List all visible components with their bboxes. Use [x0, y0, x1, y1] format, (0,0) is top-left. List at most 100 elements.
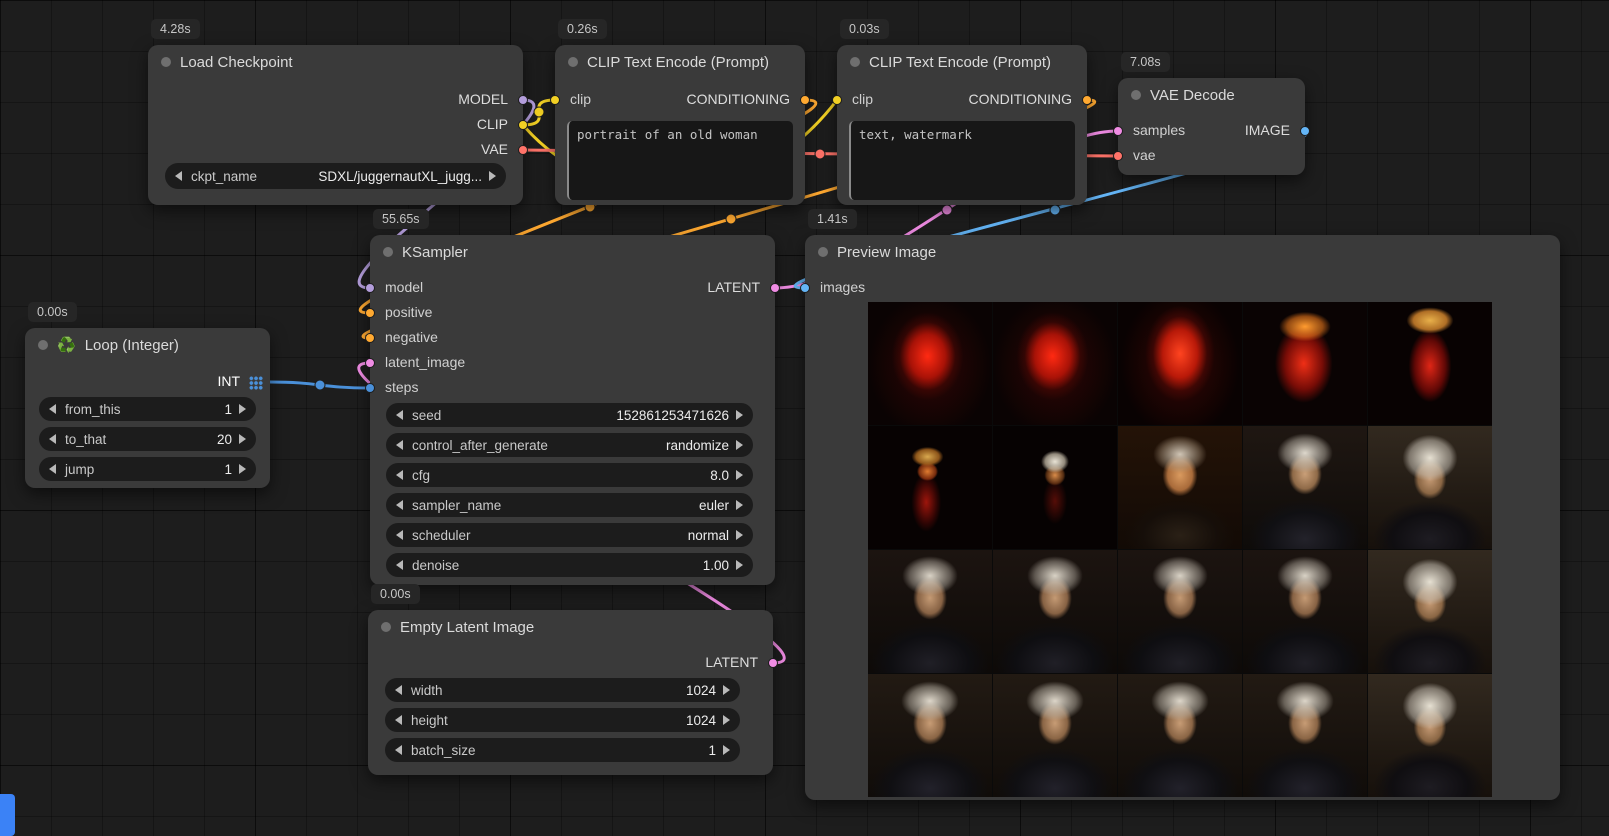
increment-arrow-icon[interactable]: [736, 410, 743, 420]
recycle-icon: ♻️: [57, 336, 76, 354]
node-preview-image[interactable]: 1.41s Preview Image images: [805, 235, 1560, 800]
clip-input-dot[interactable]: [832, 95, 842, 105]
node-title-bar[interactable]: VAE Decode: [1118, 78, 1305, 112]
negative-input-row: negative: [370, 326, 775, 350]
increment-arrow-icon[interactable]: [723, 715, 730, 725]
decrement-arrow-icon[interactable]: [395, 715, 402, 725]
preview-cell: [1243, 302, 1367, 425]
control-after-generate-widget[interactable]: control_after_generate randomize: [386, 433, 753, 457]
increment-arrow-icon[interactable]: [736, 470, 743, 480]
decrement-arrow-icon[interactable]: [395, 745, 402, 755]
model-output-dot[interactable]: [518, 95, 528, 105]
link-dot[interactable]: [315, 380, 325, 390]
scheduler-widget[interactable]: scheduler normal: [386, 523, 753, 547]
node-clip-text-encode-positive[interactable]: 0.26s CLIP Text Encode (Prompt) clip CON…: [555, 45, 805, 205]
width-widget[interactable]: width 1024: [385, 678, 740, 702]
increment-arrow-icon[interactable]: [736, 440, 743, 450]
decrement-arrow-icon[interactable]: [396, 470, 403, 480]
node-title: Preview Image: [837, 244, 936, 261]
increment-arrow-icon[interactable]: [239, 404, 246, 414]
decrement-arrow-icon[interactable]: [175, 171, 182, 181]
increment-arrow-icon[interactable]: [723, 745, 730, 755]
node-title-bar[interactable]: Load Checkpoint: [148, 45, 523, 79]
denoise-widget[interactable]: denoise 1.00: [386, 553, 753, 577]
latent-output-dot[interactable]: [768, 658, 778, 668]
latent-output-dot[interactable]: [770, 283, 780, 293]
node-title-bar[interactable]: CLIP Text Encode (Prompt): [837, 45, 1087, 79]
increment-arrow-icon[interactable]: [736, 500, 743, 510]
to-that-widget[interactable]: to_that 20: [39, 427, 256, 451]
node-vae-decode[interactable]: 7.08s VAE Decode samples IMAGE vae: [1118, 78, 1305, 175]
preview-cell: [1368, 550, 1492, 673]
model-input-dot[interactable]: [365, 283, 375, 293]
images-input-dot[interactable]: [800, 283, 810, 293]
from-this-widget[interactable]: from_this 1: [39, 397, 256, 421]
increment-arrow-icon[interactable]: [239, 464, 246, 474]
slot-label: CLIP: [477, 116, 508, 132]
preview-cell: [993, 426, 1117, 549]
decrement-arrow-icon[interactable]: [396, 560, 403, 570]
node-title-bar[interactable]: Preview Image: [805, 235, 1560, 269]
clip-output-dot[interactable]: [518, 120, 528, 130]
node-title: VAE Decode: [1150, 87, 1235, 104]
link-dot[interactable]: [1050, 205, 1060, 215]
seed-widget[interactable]: seed 152861253471626: [386, 403, 753, 427]
increment-arrow-icon[interactable]: [736, 560, 743, 570]
image-output-dot[interactable]: [1300, 126, 1310, 136]
increment-arrow-icon[interactable]: [489, 171, 496, 181]
increment-arrow-icon[interactable]: [736, 530, 743, 540]
node-ksampler[interactable]: 55.65s KSampler model LATENT positive ne…: [370, 235, 775, 585]
slot-label: CONDITIONING: [969, 91, 1072, 107]
link-dot[interactable]: [942, 205, 952, 215]
conditioning-output-dot[interactable]: [1082, 95, 1092, 105]
clip-input-dot[interactable]: [550, 95, 560, 105]
batch-size-widget[interactable]: batch_size 1: [385, 738, 740, 762]
node-title-bar[interactable]: KSampler: [370, 235, 775, 269]
decrement-arrow-icon[interactable]: [49, 434, 56, 444]
jump-widget[interactable]: jump 1: [39, 457, 256, 481]
node-loop-integer[interactable]: 0.00s ♻️ Loop (Integer) INT from_this 1 …: [25, 328, 270, 488]
decrement-arrow-icon[interactable]: [49, 464, 56, 474]
ckpt-name-widget[interactable]: ckpt_name SDXL/juggernautXL_jugg...: [165, 163, 506, 189]
increment-arrow-icon[interactable]: [723, 685, 730, 695]
decrement-arrow-icon[interactable]: [396, 500, 403, 510]
node-clip-text-encode-negative[interactable]: 0.03s CLIP Text Encode (Prompt) clip CON…: [837, 45, 1087, 205]
link-dot[interactable]: [815, 149, 825, 159]
int-grid-icon[interactable]: [249, 376, 263, 390]
positive-prompt-text[interactable]: portrait of an old woman: [567, 121, 793, 200]
preview-cell: [1243, 426, 1367, 549]
node-title-bar[interactable]: CLIP Text Encode (Prompt): [555, 45, 805, 79]
preview-cell: [1243, 674, 1367, 797]
decrement-arrow-icon[interactable]: [49, 404, 56, 414]
node-load-checkpoint[interactable]: 4.28s Load Checkpoint MODEL CLIP VAE ckp…: [148, 45, 523, 205]
link-dot[interactable]: [534, 107, 544, 117]
positive-input-dot[interactable]: [365, 308, 375, 318]
decrement-arrow-icon[interactable]: [396, 530, 403, 540]
decrement-arrow-icon[interactable]: [395, 685, 402, 695]
decrement-arrow-icon[interactable]: [396, 440, 403, 450]
negative-input-dot[interactable]: [365, 333, 375, 343]
link-dot[interactable]: [726, 214, 736, 224]
decrement-arrow-icon[interactable]: [396, 410, 403, 420]
increment-arrow-icon[interactable]: [239, 434, 246, 444]
vae-input-dot[interactable]: [1113, 151, 1123, 161]
latent-output-row: LATENT: [368, 651, 773, 675]
samples-input-dot[interactable]: [1113, 126, 1123, 136]
sampler-name-widget[interactable]: sampler_name euler: [386, 493, 753, 517]
negative-prompt-text[interactable]: text, watermark: [849, 121, 1075, 200]
conditioning-output-dot[interactable]: [800, 95, 810, 105]
height-widget[interactable]: height 1024: [385, 708, 740, 732]
node-title-bar[interactable]: ♻️ Loop (Integer): [25, 328, 270, 362]
node-title-bar[interactable]: Empty Latent Image: [368, 610, 773, 644]
node-empty-latent-image[interactable]: 0.00s Empty Latent Image LATENT width 10…: [368, 610, 773, 775]
steps-input-dot[interactable]: [365, 383, 375, 393]
preview-cell: [1118, 550, 1242, 673]
vae-output-dot[interactable]: [518, 145, 528, 155]
cfg-widget[interactable]: cfg 8.0: [386, 463, 753, 487]
widget-label: from_this: [65, 402, 121, 417]
node-title: CLIP Text Encode (Prompt): [587, 54, 769, 71]
latent-image-input-dot[interactable]: [365, 358, 375, 368]
widget-label: jump: [65, 462, 94, 477]
slot-label: LATENT: [707, 279, 760, 295]
int-output-row: INT: [25, 370, 270, 394]
